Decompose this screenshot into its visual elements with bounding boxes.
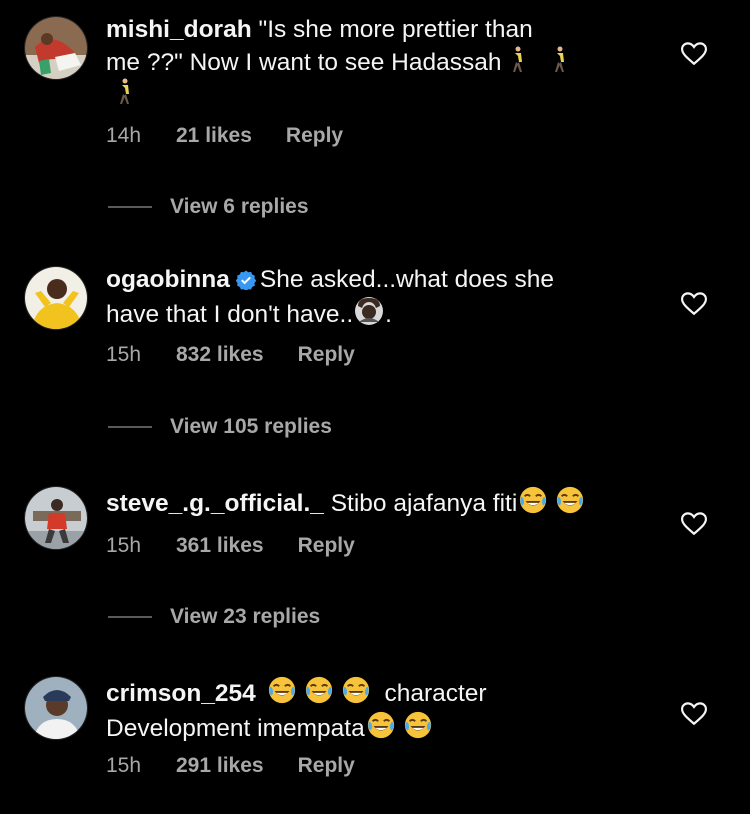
comment-meta: 15h 832 likes Reply — [106, 343, 355, 367]
face-with-tears-of-joy-emoji — [366, 710, 396, 740]
avatar[interactable] — [24, 486, 88, 550]
comment-meta: 15h 291 likes Reply — [106, 754, 355, 778]
comment-meta: 14h 21 likes Reply — [106, 124, 343, 148]
person-gesturing-emoji — [355, 296, 384, 325]
comment-time: 15h — [106, 343, 142, 366]
view-replies-label: View 23 replies — [170, 605, 321, 628]
comment-text: character — [384, 680, 487, 707]
comment-body: crimson_254 character Development imempa… — [106, 675, 646, 744]
comment-username[interactable]: ogaobinna — [106, 266, 230, 293]
person-walking-emoji — [116, 78, 132, 106]
face-with-tears-of-joy-emoji — [555, 485, 585, 515]
view-replies-button[interactable]: View 23 replies — [108, 605, 320, 629]
view-replies-label: View 6 replies — [170, 195, 309, 218]
person-walking-emoji — [509, 46, 525, 74]
comment-username[interactable]: crimson_254 — [106, 680, 256, 707]
comment-text: "Is she more prettier than — [258, 16, 533, 43]
divider-line — [108, 616, 152, 618]
view-replies-button[interactable]: View 105 replies — [108, 415, 332, 439]
reply-button[interactable]: Reply — [298, 343, 355, 367]
avatar[interactable] — [24, 16, 88, 80]
verified-badge-icon — [235, 270, 256, 290]
comment-text: She asked...what does she — [259, 266, 555, 293]
comment-text: Stibo ajafanya fiti — [330, 490, 518, 517]
likes-count[interactable]: 832 likes — [176, 343, 264, 367]
avatar[interactable] — [24, 676, 88, 740]
comment-username[interactable]: steve_.g._official._ — [106, 490, 324, 517]
reply-button[interactable]: Reply — [286, 124, 343, 148]
avatar[interactable] — [24, 266, 88, 330]
comment-body: steve_.g._official._ Stibo ajafanya fiti — [106, 485, 646, 520]
comment-meta: 15h 361 likes Reply — [106, 534, 355, 558]
comment-text: Development imempata — [106, 714, 365, 742]
heart-outline-icon[interactable] — [681, 702, 707, 726]
likes-count[interactable]: 21 likes — [176, 124, 252, 148]
comment-text: have that I don't have.. — [106, 300, 354, 328]
face-with-tears-of-joy-emoji — [518, 485, 548, 515]
view-replies-button[interactable]: View 6 replies — [108, 195, 309, 219]
comment-body: mishi_dorah "Is she more prettier than m… — [106, 15, 646, 111]
view-replies-label: View 105 replies — [170, 415, 332, 438]
comment-time: 14h — [106, 124, 142, 147]
divider-line — [108, 206, 152, 208]
divider-line — [108, 426, 152, 428]
heart-outline-icon[interactable] — [681, 512, 707, 536]
comment-body: ogaobinna She asked...what does she have… — [106, 265, 646, 330]
heart-outline-icon[interactable] — [681, 292, 707, 316]
face-with-tears-of-joy-emoji — [403, 710, 433, 740]
comment-text: . — [385, 300, 392, 328]
face-with-tears-of-joy-emoji — [267, 675, 297, 705]
person-walking-emoji — [551, 46, 567, 74]
comment-time: 15h — [106, 754, 142, 777]
comment-time: 15h — [106, 534, 142, 557]
comment-text: me ??" Now I want to see Hadassah — [106, 48, 502, 76]
face-with-tears-of-joy-emoji — [304, 675, 334, 705]
reply-button[interactable]: Reply — [298, 534, 355, 558]
heart-outline-icon[interactable] — [681, 42, 707, 66]
likes-count[interactable]: 361 likes — [176, 534, 264, 558]
likes-count[interactable]: 291 likes — [176, 754, 264, 778]
comment-username[interactable]: mishi_dorah — [106, 16, 252, 43]
face-with-tears-of-joy-emoji — [341, 675, 371, 705]
reply-button[interactable]: Reply — [298, 754, 355, 778]
